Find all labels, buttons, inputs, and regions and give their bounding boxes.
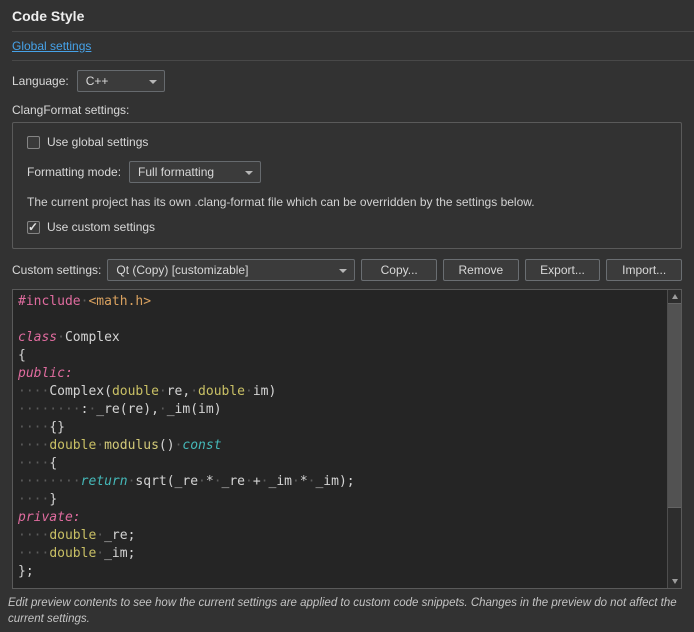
chevron-down-icon (149, 80, 157, 84)
use-custom-settings-checkbox-row[interactable]: Use custom settings (27, 220, 667, 234)
code-line: ····double·_im; (18, 545, 667, 563)
use-global-settings-label: Use global settings (47, 135, 148, 149)
custom-settings-label: Custom settings: (12, 263, 101, 277)
divider (12, 60, 694, 61)
formatting-mode-row: Formatting mode: Full formatting (27, 161, 667, 183)
global-settings-link[interactable]: Global settings (12, 39, 91, 53)
code-line: public: (18, 365, 667, 383)
copy-button[interactable]: Copy... (361, 259, 437, 281)
use-custom-settings-checkbox[interactable] (27, 221, 40, 234)
chevron-down-icon (339, 269, 347, 273)
use-global-settings-checkbox[interactable] (27, 136, 40, 149)
scroll-down-button[interactable] (668, 575, 681, 588)
arrow-up-icon (672, 294, 678, 299)
clang-format-file-note: The current project has its own .clang-f… (27, 195, 667, 209)
language-dropdown-value: C++ (86, 74, 109, 88)
formatting-mode-dropdown-value: Full formatting (138, 165, 214, 179)
scrollbar-track[interactable] (668, 508, 681, 575)
formatting-mode-label: Formatting mode: (27, 165, 121, 179)
code-line (18, 311, 667, 329)
preview-hint-text: Edit preview contents to see how the cur… (8, 596, 682, 627)
scroll-up-button[interactable] (668, 290, 681, 303)
export-button[interactable]: Export... (525, 259, 601, 281)
scrollbar-thumb[interactable] (668, 303, 681, 508)
page-title: Code Style (12, 8, 682, 24)
use-global-settings-checkbox-row[interactable]: Use global settings (27, 135, 667, 149)
code-line: ····double·_re; (18, 527, 667, 545)
code-line: ····} (18, 491, 667, 509)
custom-settings-dropdown-value: Qt (Copy) [customizable] (116, 263, 248, 277)
code-line: private: (18, 509, 667, 527)
code-line: ····{ (18, 455, 667, 473)
divider (12, 31, 694, 32)
chevron-down-icon (245, 171, 253, 175)
code-preview-editor: #include·<math.h> class·Complex{public:·… (12, 289, 682, 589)
code-line: ····Complex(double·re,·double·im) (18, 383, 667, 401)
remove-button[interactable]: Remove (443, 259, 519, 281)
custom-settings-dropdown[interactable]: Qt (Copy) [customizable] (107, 259, 355, 281)
import-button[interactable]: Import... (606, 259, 682, 281)
code-line: #include·<math.h> (18, 293, 667, 311)
clangformat-settings-label: ClangFormat settings: (12, 103, 682, 117)
code-line: class·Complex (18, 329, 667, 347)
code-editor-content[interactable]: #include·<math.h> class·Complex{public:·… (13, 290, 667, 588)
code-line: ········return·sqrt(_re·*·_re·+·_im·*·_i… (18, 473, 667, 491)
code-line: ····double·modulus()·const (18, 437, 667, 455)
language-row: Language: C++ (12, 70, 682, 92)
code-line: ····{} (18, 419, 667, 437)
custom-settings-row: Custom settings: Qt (Copy) [customizable… (12, 259, 682, 281)
use-custom-settings-label: Use custom settings (47, 220, 155, 234)
vertical-scrollbar[interactable] (667, 290, 681, 588)
code-line: ········:·_re(re),·_im(im) (18, 401, 667, 419)
code-line: }; (18, 563, 667, 581)
code-style-settings-page: Code Style Global settings Language: C++… (0, 0, 694, 627)
language-dropdown[interactable]: C++ (77, 70, 165, 92)
code-line: { (18, 347, 667, 365)
clangformat-groupbox: Use global settings Formatting mode: Ful… (12, 122, 682, 249)
formatting-mode-dropdown[interactable]: Full formatting (129, 161, 261, 183)
language-label: Language: (12, 74, 69, 88)
arrow-down-icon (672, 579, 678, 584)
